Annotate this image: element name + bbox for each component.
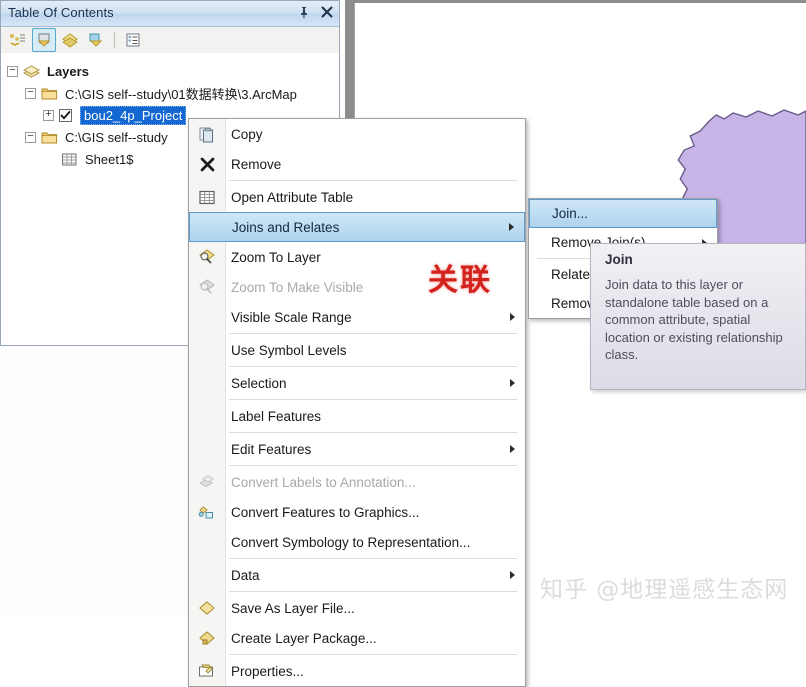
properties-icon <box>197 661 217 681</box>
layer-file-icon <box>197 598 217 618</box>
menu-separator <box>229 654 517 655</box>
layer-context-menu[interactable]: Copy Remove Open Attribute Table Joins a… <box>188 118 526 687</box>
menu-label: Data <box>231 567 260 583</box>
menu-label: Convert Labels to Annotation... <box>231 474 416 490</box>
menu-item-selection[interactable]: Selection <box>189 368 525 398</box>
convert-graphics-icon <box>197 502 217 522</box>
menu-item-label-features[interactable]: Label Features <box>189 401 525 431</box>
chevron-right-icon <box>509 223 514 231</box>
menu-label: Visible Scale Range <box>231 309 352 325</box>
tree-label-layer-bou2[interactable]: bou2_4p_Project <box>80 105 187 125</box>
annotation-guanlian: 关联 <box>428 263 492 298</box>
menu-label: Use Symbol Levels <box>231 342 347 358</box>
options-button[interactable] <box>121 28 145 52</box>
menu-item-open-attribute-table[interactable]: Open Attribute Table <box>189 182 525 212</box>
tree-label-layers: Layers <box>47 63 89 79</box>
menu-item-save-as-layer-file[interactable]: Save As Layer File... <box>189 593 525 623</box>
list-by-source-button[interactable] <box>32 28 56 52</box>
menu-item-data[interactable]: Data <box>189 560 525 590</box>
remove-x-icon <box>197 154 217 174</box>
submenu-item-join[interactable]: Join... <box>529 199 717 228</box>
convert-annotation-icon <box>197 472 217 492</box>
tree-label-folder-1: C:\GIS self--study\01数据转换\3.ArcMap <box>65 86 297 102</box>
tree-item-layers[interactable]: − Layers <box>7 60 339 82</box>
menu-label: Zoom To Layer <box>231 249 321 265</box>
tree-label-folder-2: C:\GIS self--study <box>65 129 168 145</box>
menu-item-convert-symbology-to-representation[interactable]: Convert Symbology to Representation... <box>189 527 525 557</box>
table-icon <box>62 153 77 165</box>
menu-item-create-layer-package[interactable]: Create Layer Package... <box>189 623 525 653</box>
folder-icon <box>41 132 58 143</box>
chevron-right-icon <box>510 571 515 579</box>
menu-label: Edit Features <box>231 441 312 457</box>
menu-label: Convert Symbology to Representation... <box>231 534 471 550</box>
menu-label: Save As Layer File... <box>231 600 355 616</box>
toc-toolbar[interactable] <box>1 27 339 54</box>
menu-label: Copy <box>231 126 263 142</box>
tree-item-folder-1[interactable]: − C:\GIS self--study\01数据转换\3.ArcMap <box>7 82 339 104</box>
menu-separator <box>229 432 517 433</box>
chevron-right-icon <box>510 379 515 387</box>
menu-separator <box>229 180 517 181</box>
expander-collapse-icon[interactable]: − <box>25 130 36 143</box>
tooltip-title: Join <box>605 252 633 267</box>
expander-collapse-icon[interactable]: − <box>25 86 36 99</box>
menu-label: Label Features <box>231 408 322 424</box>
menu-item-remove[interactable]: Remove <box>189 149 525 179</box>
expander-collapse-icon[interactable]: − <box>7 64 18 77</box>
menu-label: Joins and Relates <box>232 219 340 235</box>
table-icon <box>197 187 217 207</box>
list-by-drawing-order-button[interactable] <box>6 28 30 52</box>
menu-label: Convert Features to Graphics... <box>231 504 420 520</box>
layer-package-icon <box>197 628 217 648</box>
panel-title: Table Of Contents <box>8 5 114 20</box>
pin-icon[interactable] <box>297 4 311 20</box>
menu-separator <box>229 591 517 592</box>
menu-label: Selection <box>231 375 287 391</box>
menu-separator <box>229 558 517 559</box>
tree-label-table-sheet1: Sheet1$ <box>85 151 134 167</box>
menu-label: Join... <box>552 206 589 221</box>
menu-separator <box>229 366 517 367</box>
join-tooltip: Join Join data to this layer or standalo… <box>590 243 806 390</box>
layer-visibility-checkbox[interactable] <box>59 108 72 122</box>
watermark: 知乎 @地理遥感生态网 <box>540 577 789 603</box>
menu-item-copy[interactable]: Copy <box>189 119 525 149</box>
close-icon[interactable] <box>320 4 334 20</box>
panel-title-buttons <box>297 4 334 20</box>
list-by-selection-button[interactable] <box>84 28 108 52</box>
panel-title-bar: Table Of Contents <box>1 1 339 27</box>
menu-item-visible-scale-range[interactable]: Visible Scale Range <box>189 302 525 332</box>
menu-label: Remove <box>231 156 282 172</box>
zoom-layer-icon <box>197 247 217 267</box>
menu-label: Create Layer Package... <box>231 630 377 646</box>
folder-icon <box>41 88 58 99</box>
menu-item-use-symbol-levels[interactable]: Use Symbol Levels <box>189 335 525 365</box>
menu-label: Properties... <box>231 663 304 679</box>
menu-label: Open Attribute Table <box>231 189 354 205</box>
menu-item-convert-labels-to-annotation: Convert Labels to Annotation... <box>189 467 525 497</box>
copy-icon <box>197 124 217 144</box>
menu-item-edit-features[interactable]: Edit Features <box>189 434 525 464</box>
menu-separator <box>229 465 517 466</box>
menu-item-joins-and-relates[interactable]: Joins and Relates <box>189 212 525 242</box>
menu-separator <box>229 333 517 334</box>
chevron-right-icon <box>510 445 515 453</box>
menu-label: Zoom To Make Visible <box>231 279 364 295</box>
toolbar-separator <box>114 32 115 48</box>
zoom-visible-icon <box>197 277 217 297</box>
tooltip-body: Join data to this layer or standalone ta… <box>605 277 783 362</box>
menu-item-convert-features-to-graphics[interactable]: Convert Features to Graphics... <box>189 497 525 527</box>
chevron-right-icon <box>510 313 515 321</box>
menu-separator <box>229 399 517 400</box>
expander-expand-icon[interactable]: + <box>43 108 54 121</box>
menu-item-properties[interactable]: Properties... <box>189 656 525 686</box>
layers-icon <box>23 64 40 78</box>
list-by-visibility-button[interactable] <box>58 28 82 52</box>
